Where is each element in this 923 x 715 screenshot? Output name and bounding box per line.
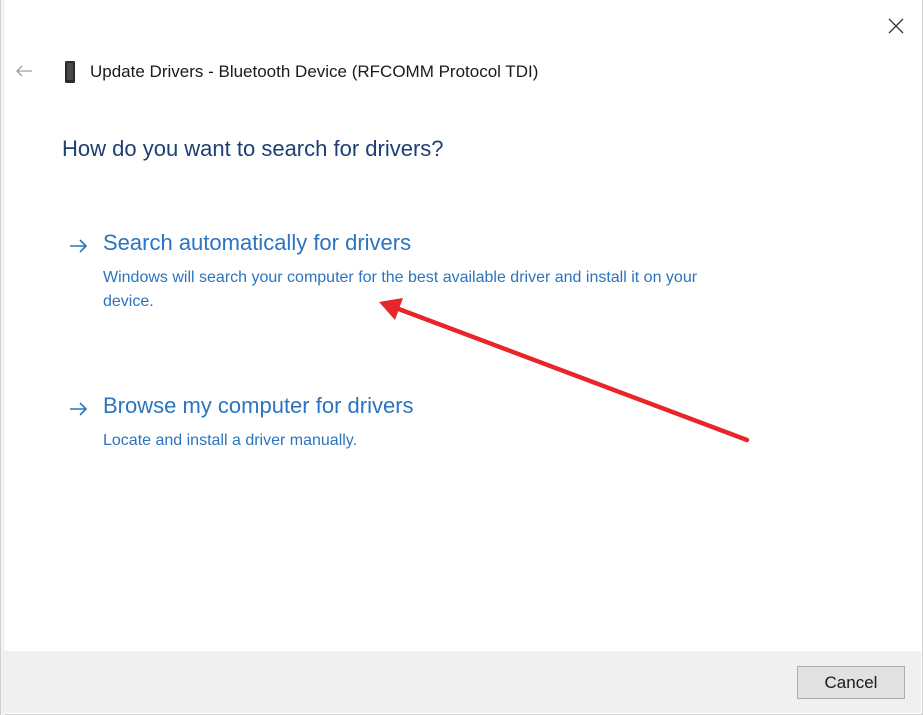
option-description: Locate and install a driver manually. (103, 432, 358, 449)
close-icon (888, 18, 904, 34)
red-annotation-arrow (379, 298, 750, 443)
arrow-right-icon (70, 239, 88, 253)
update-drivers-window: Update Drivers - Bluetooth Device (RFCOM… (0, 0, 923, 715)
dialog-footer: Cancel (2, 651, 921, 713)
arrow-right-icon (70, 402, 88, 416)
window-left-edge (1, 0, 5, 715)
option-title: Search automatically for drivers (103, 230, 412, 255)
search-automatically-option[interactable]: Search automatically for drivers Windows… (67, 230, 767, 320)
device-icon (65, 61, 75, 83)
browse-computer-option[interactable]: Browse my computer for drivers Locate an… (67, 393, 767, 453)
window-title: Update Drivers - Bluetooth Device (RFCOM… (90, 62, 539, 81)
page-heading: How do you want to search for drivers? (62, 136, 444, 161)
back-arrow-icon (16, 65, 32, 77)
option-description: Windows will search your computer for th… (103, 269, 698, 310)
back-button[interactable] (13, 60, 35, 82)
cancel-button[interactable]: Cancel (797, 666, 905, 699)
close-button[interactable] (880, 10, 912, 42)
option-title: Browse my computer for drivers (103, 393, 414, 418)
